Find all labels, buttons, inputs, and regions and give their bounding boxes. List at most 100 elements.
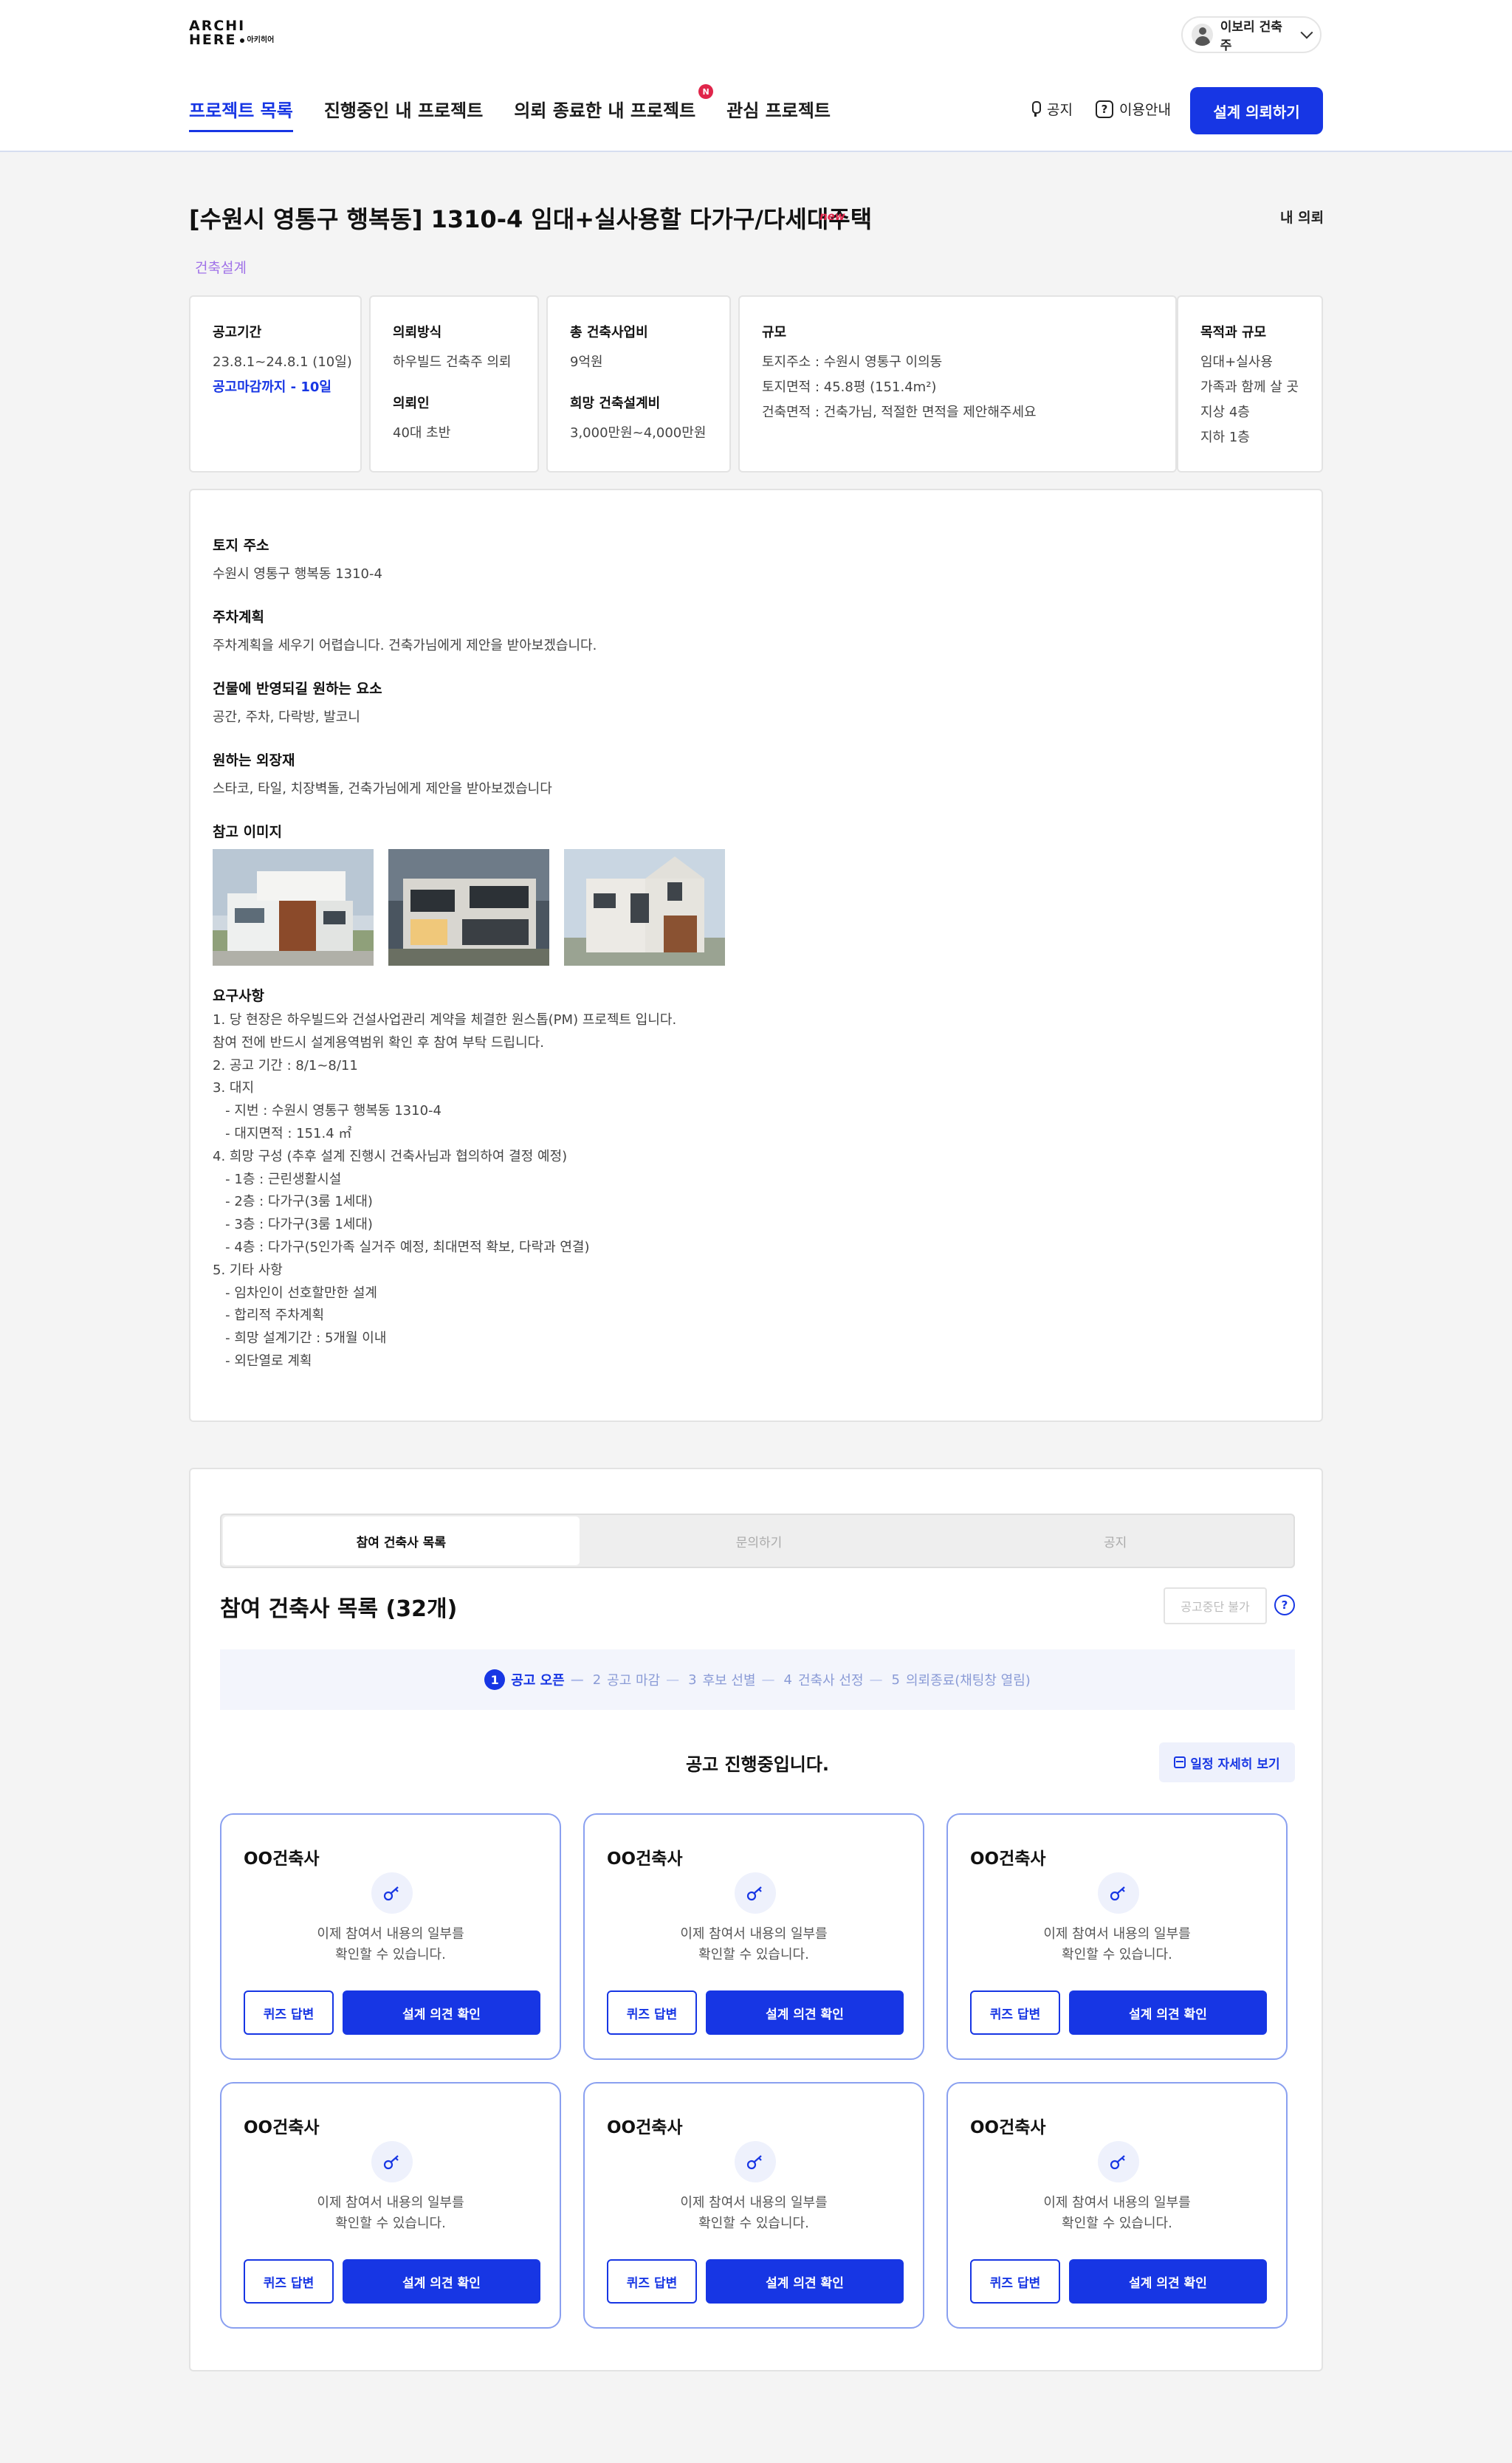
design-opinion-button[interactable]: 설계 의견 확인 (343, 2259, 540, 2304)
parking-section: 주차계획 주차계획을 세우기 어렵습니다. 건축가님에게 제안을 받아보겠습니다… (213, 606, 597, 654)
design-opinion-button[interactable]: 설계 의견 확인 (706, 2259, 904, 2304)
request-design-button[interactable]: 설계 의뢰하기 (1190, 87, 1323, 134)
deadline-countdown: 공고마감까지 - 10일 (213, 379, 331, 395)
scale-area: 토지면적 : 45.8평 (151.4m²) (762, 379, 937, 395)
card-description: 이제 참여서 내용의 일부를 확인할 수 있습니다. (680, 2195, 828, 2231)
tab-inquiry[interactable]: 문의하기 (581, 1515, 938, 1567)
nav-ended-label: 의뢰 종료한 내 프로젝트 (514, 100, 696, 121)
land-value: 수원시 영통구 행복동 1310-4 (213, 566, 382, 582)
step-end: 5 의뢰종료(채팅창 열림) (891, 1672, 1031, 1689)
design-opinion-button[interactable]: 설계 의견 확인 (706, 1990, 904, 2035)
design-opinion-button[interactable]: 설계 의견 확인 (343, 1990, 540, 2035)
card-description: 이제 참여서 내용의 일부를 확인할 수 있습니다. (1043, 2195, 1191, 2231)
quiz-answer-button[interactable]: 퀴즈 답변 (607, 1990, 697, 2035)
nav-ongoing-projects[interactable]: 진행중인 내 프로젝트 (324, 96, 483, 132)
exterior-label: 원하는 외장재 (213, 752, 295, 769)
card-description: 이제 참여서 내용의 일부를 확인할 수 있습니다. (317, 2195, 464, 2231)
avatar (1192, 24, 1213, 46)
architect-name: OO건축사 (970, 2118, 1046, 2137)
panel-tabs: 참여 건축사 목록 문의하기 공지 (220, 1514, 1295, 1568)
budget-label: 총 건축사업비 (570, 325, 648, 340)
budget-value: 9억원 (570, 354, 603, 370)
calendar-icon (1174, 1756, 1186, 1768)
design-opinion-button[interactable]: 설계 의견 확인 (1069, 2259, 1267, 2304)
requirement-line: 1. 당 현장은 하우빌드와 건설사업관리 계약을 체결한 원스톱(PM) 프로… (213, 1012, 677, 1028)
guide-label: 이용안내 (1119, 102, 1171, 118)
guide-link[interactable]: ? 이용안내 (1096, 99, 1171, 119)
purpose-label: 목적과 규모 (1200, 325, 1267, 340)
design-fee-label: 희망 건축설계비 (570, 396, 661, 411)
schedule-details-button[interactable]: 일정 자세히 보기 (1159, 1742, 1295, 1782)
card-description: 이제 참여서 내용의 일부를 확인할 수 있습니다. (680, 1926, 828, 1962)
land-section: 토지 주소 수원시 영통구 행복동 1310-4 (213, 535, 382, 583)
architect-card: OO건축사 이제 참여서 내용의 일부를 확인할 수 있습니다. 퀴즈 답변 설계… (220, 2082, 561, 2329)
key-icon (371, 1872, 413, 1914)
project-details: 토지 주소 수원시 영통구 행복동 1310-4 주차계획 주차계획을 세우기 … (189, 489, 1323, 1422)
requirement-line: 5. 기타 사항 (213, 1262, 283, 1278)
progress-steps: 1 공고 오픈 — 2 공고 마감 — 3 후보 선별 — 4 건축사 선정 — 5 의뢰종료(채… (220, 1649, 1295, 1710)
nav-favorite-projects[interactable]: 관심 프로젝트 (726, 96, 831, 132)
chevron-down-icon (1300, 26, 1313, 39)
architect-card: OO건축사 이제 참여서 내용의 일부를 확인할 수 있습니다. 퀴즈 답변 설계… (946, 2082, 1288, 2329)
land-label: 토지 주소 (213, 537, 269, 554)
architect-card: OO건축사 이제 참여서 내용의 일부를 확인할 수 있습니다. 퀴즈 답변 설계… (946, 1813, 1288, 2060)
step-open: 1 공고 오픈 — (484, 1669, 584, 1690)
elements-section: 건물에 반영되길 원하는 요소 공간, 주차, 다락방, 발코니 (213, 678, 382, 726)
parking-value: 주차계획을 세우기 어렵습니다. 건축가님에게 제안을 받아보겠습니다. (213, 638, 597, 653)
architect-name: OO건축사 (607, 2118, 683, 2137)
step-select: 4 건축사 선정 — (783, 1672, 883, 1689)
requirement-line: - 2층 : 다가구(3룸 1세대) (213, 1194, 373, 1210)
quiz-answer-button[interactable]: 퀴즈 답변 (607, 2259, 697, 2304)
requirement-line: - 3층 : 다가구(3룸 1세대) (213, 1217, 373, 1233)
quiz-answer-button[interactable]: 퀴즈 답변 (244, 2259, 334, 2304)
key-icon (1098, 1872, 1139, 1914)
reference-image[interactable] (213, 849, 374, 966)
quiz-answer-button[interactable]: 퀴즈 답변 (244, 1990, 334, 2035)
scale-building: 건축면적 : 건축가님, 적절한 면적을 제안해주세요 (762, 405, 1037, 420)
logo-dot (239, 38, 244, 43)
category-tag: 건축설계 (195, 260, 247, 276)
notice-link[interactable]: 공지 (1029, 99, 1073, 119)
archihere-logo[interactable]: ARCHI HERE 아키히어 (189, 19, 300, 49)
tab-notice[interactable]: 공지 (937, 1515, 1293, 1567)
requirement-line: - 대지면적 : 151.4 ㎡ (213, 1125, 352, 1141)
design-fee-value: 3,000만원~4,000만원 (570, 425, 707, 441)
tab-participants[interactable]: 참여 건축사 목록 (223, 1516, 580, 1565)
requirement-line: 2. 공고 기간 : 8/1~8/11 (213, 1057, 358, 1074)
requirement-line: - 4층 : 다가구(5인가족 실거주 예정, 최대면적 확보, 다락과 연결) (213, 1239, 590, 1255)
mic-icon (1029, 100, 1041, 117)
architect-name: OO건축사 (244, 2118, 320, 2137)
scale-label: 규모 (762, 325, 787, 340)
requirement-line: - 임차인이 선호할만한 설계 (213, 1285, 377, 1301)
design-opinion-button[interactable]: 설계 의견 확인 (1069, 1990, 1267, 2035)
quiz-answer-button[interactable]: 퀴즈 답변 (970, 2259, 1060, 2304)
purpose-line: 지상 4층 (1200, 405, 1250, 420)
architect-card: OO건축사 이제 참여서 내용의 일부를 확인할 수 있습니다. 퀴즈 답변 설계… (220, 1813, 561, 2060)
reference-image[interactable] (564, 849, 725, 966)
key-icon (735, 2141, 776, 2182)
info-card-method: 의뢰방식 하우빌드 건축주 의뢰 의뢰인 40대 초반 (369, 295, 539, 473)
page-title: [수원시 영통구 행복동] 1310-4 임대+실사용할 다가구/다세대주택 (189, 205, 873, 233)
purpose-line: 지하 1층 (1200, 430, 1250, 445)
elements-label: 건물에 반영되길 원하는 요소 (213, 681, 382, 697)
user-menu[interactable]: 이보리 건축주 (1181, 16, 1322, 53)
period-value: 23.8.1~24.8.1 (10일) (213, 354, 352, 370)
scale-address: 토지주소 : 수원시 영통구 이의동 (762, 354, 943, 370)
stop-announcement-button[interactable]: 공고중단 불가 (1164, 1587, 1267, 1624)
reference-image[interactable] (388, 849, 549, 966)
quiz-answer-button[interactable]: 퀴즈 답변 (970, 1990, 1060, 2035)
nav-ended-projects[interactable]: 의뢰 종료한 내 프로젝트 N (514, 84, 714, 132)
parking-label: 주차계획 (213, 609, 264, 625)
requirement-line: - 희망 설계기간 : 5개월 이내 (213, 1330, 387, 1347)
requirement-line: 참여 전에 반드시 설계용역범위 확인 후 참여 부탁 드립니다. (213, 1034, 544, 1051)
method-value: 하우빌드 건축주 의뢰 (393, 354, 512, 370)
nav-project-list[interactable]: 프로젝트 목록 (189, 96, 293, 132)
participants-list-title: 참여 건축사 목록 (32개) (220, 1596, 458, 1622)
info-card-purpose: 목적과 규모 임대+실사용 가족과 함께 살 곳 지상 4층 지하 1층 (1177, 295, 1323, 473)
help-icon: ? (1096, 100, 1113, 118)
question-icon[interactable]: ? (1274, 1595, 1295, 1615)
step-shortlist: 3 후보 선별 — (688, 1672, 775, 1689)
architect-name: OO건축사 (607, 1849, 683, 1869)
card-description: 이제 참여서 내용의 일부를 확인할 수 있습니다. (317, 1926, 464, 1962)
requirement-line: - 지번 : 수원시 영통구 행복동 1310-4 (213, 1103, 441, 1119)
